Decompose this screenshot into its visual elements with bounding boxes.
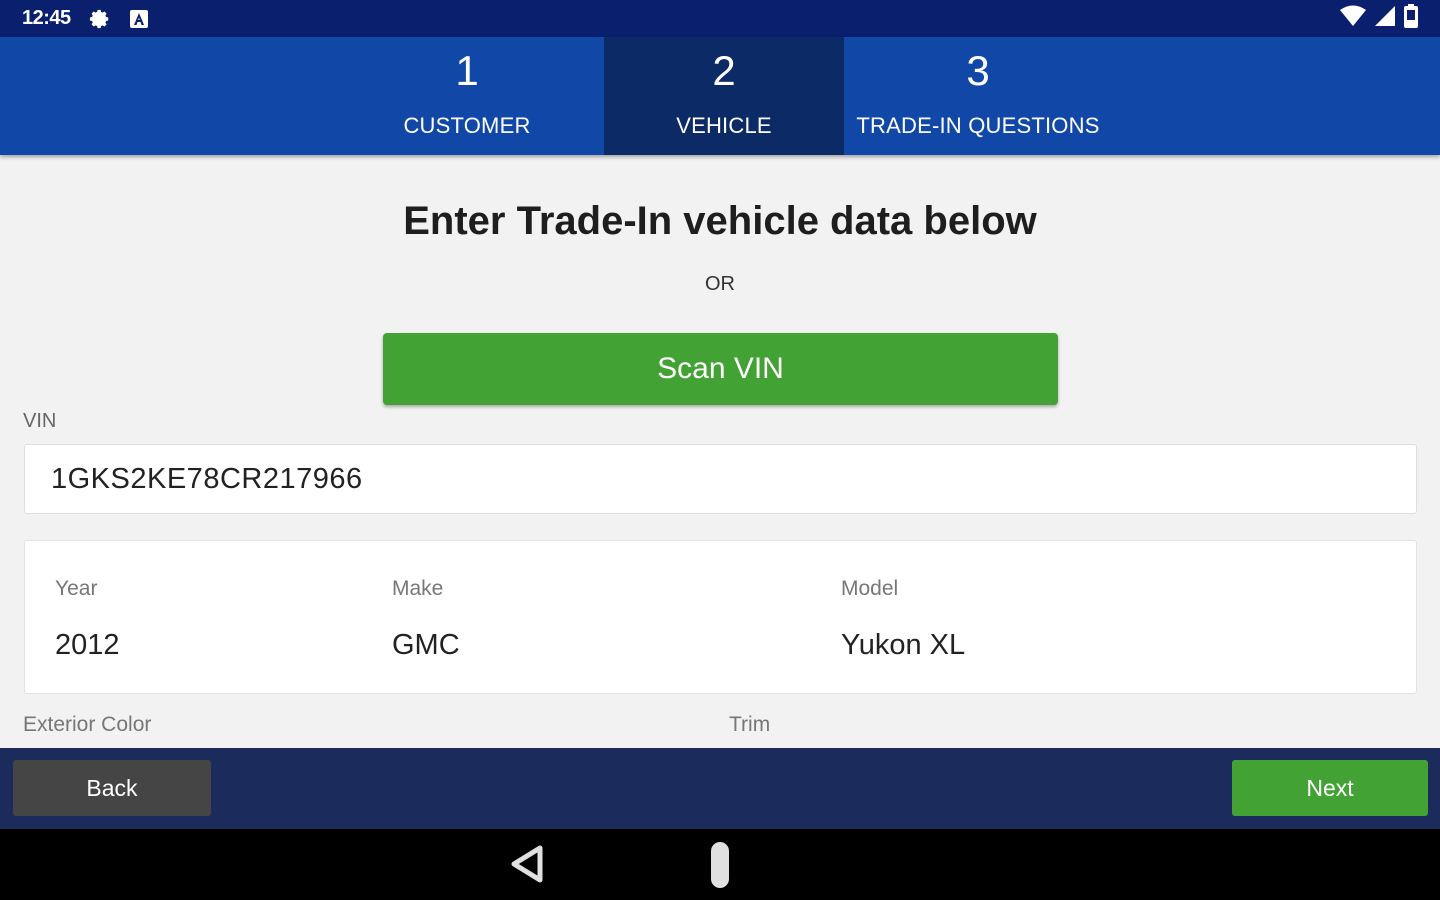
step-label: TRADE-IN QUESTIONS <box>856 113 1100 138</box>
gear-icon <box>89 8 111 30</box>
back-button[interactable]: Back <box>13 760 211 816</box>
year-value: 2012 <box>55 629 120 661</box>
page-title: Enter Trade-In vehicle data below <box>403 199 1037 243</box>
model-value: Yukon XL <box>841 629 966 661</box>
step-label: VEHICLE <box>676 113 772 138</box>
step-number: 2 <box>712 47 736 94</box>
system-nav-bar <box>0 829 1440 900</box>
trim-label: Trim <box>729 713 771 736</box>
scan-vin-button[interactable]: Scan VIN <box>383 333 1058 405</box>
next-button[interactable]: Next <box>1232 760 1428 816</box>
vehicle-form: Enter Trade-In vehicle data below OR Sca… <box>0 155 1440 748</box>
make-value: GMC <box>392 629 460 661</box>
battery-icon <box>1404 3 1418 34</box>
a-box-icon <box>129 9 149 29</box>
step-trade-in-questions[interactable]: 3 TRADE-IN QUESTIONS <box>844 37 1112 155</box>
vin-input[interactable]: 1GKS2KE78CR217966 <box>24 444 1417 514</box>
step-number: 3 <box>966 47 990 94</box>
step-label: CUSTOMER <box>403 113 531 138</box>
nav-back-icon[interactable] <box>508 844 546 889</box>
footer-bar: Back Next <box>0 748 1440 829</box>
signal-icon <box>1374 5 1396 33</box>
status-time: 12:45 <box>22 7 71 29</box>
status-bar: 12:45 <box>0 0 1440 37</box>
vin-label: VIN <box>23 410 57 432</box>
vehicle-details-card: Year 2012 Make GMC Model Yukon XL <box>24 540 1417 694</box>
nav-home-pill-icon[interactable] <box>711 842 729 888</box>
or-divider-text: OR <box>705 273 735 295</box>
exterior-color-label: Exterior Color <box>23 713 152 736</box>
step-vehicle[interactable]: 2 VEHICLE <box>604 37 844 155</box>
year-label: Year <box>55 577 98 600</box>
wifi-icon <box>1340 5 1366 33</box>
step-number: 1 <box>455 47 479 94</box>
make-label: Make <box>392 577 444 600</box>
model-label: Model <box>841 577 899 600</box>
step-tabs: 1 CUSTOMER 2 VEHICLE 3 TRADE-IN QUESTION… <box>0 37 1440 155</box>
step-customer[interactable]: 1 CUSTOMER <box>330 37 604 155</box>
